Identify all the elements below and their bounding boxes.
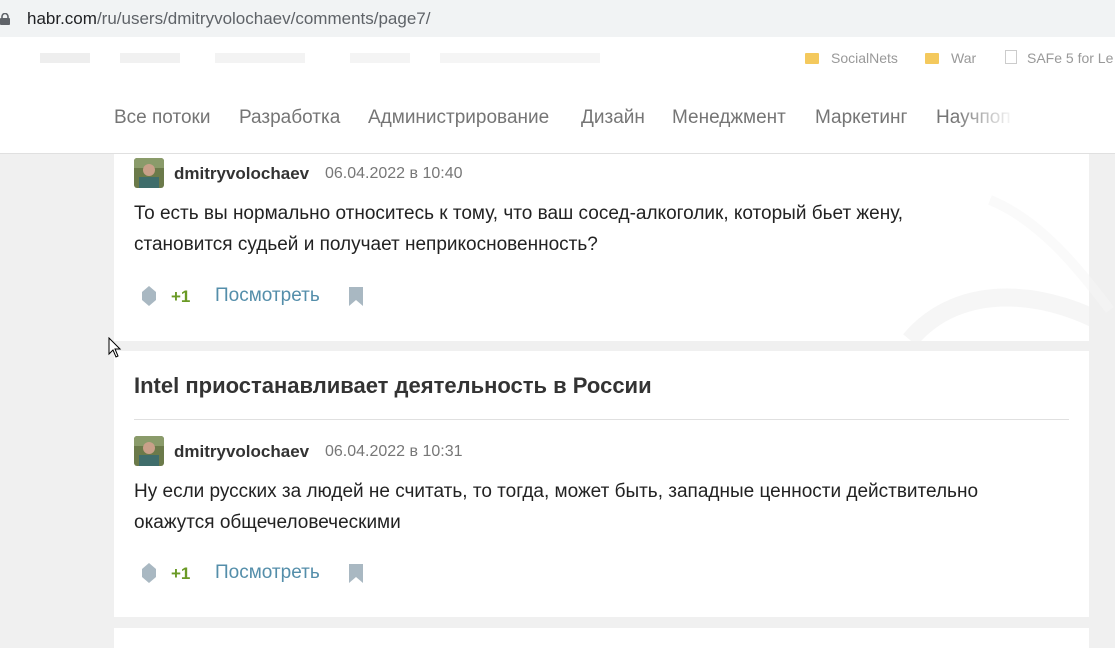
bookmarks-bar: SocialNets War SAFe 5 for Le <box>0 37 1115 82</box>
avatar[interactable] <box>134 158 164 188</box>
view-link[interactable]: Посмотреть <box>215 285 320 307</box>
comment-date[interactable]: 06.04.2022 в 10:31 <box>325 443 463 461</box>
nav-fade <box>955 82 1115 153</box>
comment-author[interactable]: dmitryvolochaev <box>174 164 309 184</box>
bookmark-war[interactable]: War <box>925 50 976 66</box>
folder-icon <box>925 53 939 64</box>
comment-score: +1 <box>171 564 191 583</box>
comment-card: dmitryvolochaev 06.04.2022 в 10:40 То ес… <box>114 154 1089 341</box>
comment-card: Intel приостанавливает деятельность в Ро… <box>114 351 1089 617</box>
bookmark-blurred <box>120 53 180 63</box>
vote-icon[interactable] <box>141 285 157 307</box>
flows-nav: Все потоки Разработка Администрирование … <box>0 82 1115 154</box>
nav-item-design[interactable]: Дизайн <box>581 107 645 129</box>
nav-item-management[interactable]: Менеджмент <box>672 107 786 129</box>
post-title[interactable]: Intel приостанавливает деятельность в Ро… <box>134 373 652 399</box>
address-bar[interactable]: habr.com/ru/users/dmitryvolochaev/commen… <box>0 0 1115 37</box>
page-icon <box>1005 50 1017 64</box>
nav-item-marketing[interactable]: Маркетинг <box>815 107 907 129</box>
nav-item-development[interactable]: Разработка <box>239 107 340 129</box>
url-text[interactable]: habr.com/ru/users/dmitryvolochaev/commen… <box>27 9 430 29</box>
comment-score: +1 <box>171 287 191 306</box>
bookmark-blurred <box>215 53 305 63</box>
bookmark-icon[interactable] <box>348 563 364 584</box>
mouse-cursor-icon <box>108 337 122 358</box>
avatar[interactable] <box>134 436 164 466</box>
nav-item-administration[interactable]: Администрирование <box>368 107 549 129</box>
view-link[interactable]: Посмотреть <box>215 562 320 584</box>
url-path: /ru/users/dmitryvolochaev/comments/page7… <box>96 9 431 28</box>
nav-item-all[interactable]: Все потоки <box>114 107 210 129</box>
lock-icon <box>0 13 10 25</box>
bookmark-blurred <box>440 53 600 63</box>
url-host: habr.com <box>27 9 97 28</box>
comment-date[interactable]: 06.04.2022 в 10:40 <box>325 165 463 183</box>
divider <box>134 419 1069 420</box>
comment-text: То есть вы нормально относитесь к тому, … <box>134 203 904 255</box>
comment-text: Ну если русских за людей не считать, то … <box>134 481 979 533</box>
bookmark-blurred <box>350 53 410 63</box>
folder-icon <box>805 53 819 64</box>
bookmark-safe[interactable]: SAFe 5 for Le <box>1005 50 1113 66</box>
bookmark-socialnets[interactable]: SocialNets <box>805 50 898 66</box>
comment-author[interactable]: dmitryvolochaev <box>174 442 309 462</box>
vote-icon[interactable] <box>141 562 157 584</box>
comment-card <box>114 628 1089 648</box>
bookmark-icon[interactable] <box>348 286 364 307</box>
bookmark-blurred <box>40 53 90 63</box>
